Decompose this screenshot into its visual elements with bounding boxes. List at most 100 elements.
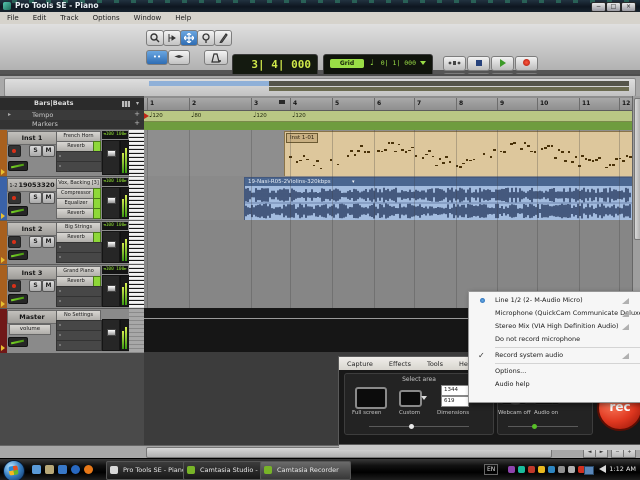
track-name[interactable]: Inst 1: [7, 131, 57, 145]
track-name[interactable]: 1-219053320: [7, 178, 57, 192]
tray-icon[interactable]: [518, 466, 525, 473]
lane-audio[interactable]: 19-Nasi-R05-2Violins-320kbps ▾: [144, 176, 632, 221]
grid-row[interactable]: Grid ♩ 0| 1| 000: [328, 57, 428, 70]
menu-window[interactable]: Window: [127, 14, 169, 22]
tempo-event[interactable]: ♩120: [149, 111, 163, 119]
universe-overview[interactable]: [0, 74, 640, 98]
solo-button[interactable]: S: [29, 236, 42, 248]
context-menu-item[interactable]: Stereo Mix (VIA High Definition Audio): [469, 320, 640, 333]
mute-button[interactable]: M: [42, 280, 55, 292]
ruler-header-tempo[interactable]: ▸ Tempo +: [0, 110, 144, 120]
lane-inst2[interactable]: [144, 220, 632, 265]
context-menu-item[interactable]: Microphone (QuickCam Communicate Deluxe …: [469, 307, 640, 320]
track-name[interactable]: Inst 3: [7, 266, 57, 280]
track-name[interactable]: Master: [7, 310, 57, 324]
tray-icon[interactable]: [568, 466, 575, 473]
start-button[interactable]: [3, 460, 25, 480]
camtasia-menu-capture[interactable]: Capture: [339, 360, 381, 368]
tray-icon[interactable]: [508, 466, 515, 473]
track-header-inst1[interactable]: Inst 1SMFrench HornReverb◄100100►: [0, 129, 144, 177]
insert-empty-slot[interactable]: [56, 161, 102, 172]
mini-keyboard[interactable]: [129, 221, 144, 265]
add-tempo-icon[interactable]: +: [134, 110, 140, 118]
play-button[interactable]: [491, 56, 514, 71]
zoom-mode-button[interactable]: ••: [146, 50, 168, 65]
inputs-slider[interactable]: [508, 426, 578, 427]
playlist-arrow-icon[interactable]: [1, 301, 5, 307]
track-header-inst2[interactable]: Inst 2SMBig StringsReverb◄100100►: [0, 220, 144, 265]
zoom-toggle-button[interactable]: ◄►: [168, 50, 190, 65]
track-header-audio[interactable]: 1-219053320SMVox, Backing [3]CompressorE…: [0, 176, 144, 221]
automation-button[interactable]: [8, 161, 28, 171]
playlist-arrow-icon[interactable]: [1, 213, 5, 219]
track-header-inst3[interactable]: Inst 3SMGrand PianoReverb◄100100►: [0, 264, 144, 309]
mini-keyboard[interactable]: [129, 177, 144, 221]
context-menu-item[interactable]: Record system audio✓: [469, 349, 640, 362]
track-record-button[interactable]: [8, 280, 21, 292]
pan-indicators[interactable]: ◄100100►: [102, 222, 128, 230]
context-menu-item[interactable]: Do not record microphone: [469, 333, 640, 346]
fullscreen-icon[interactable]: [355, 387, 387, 409]
insert-empty-slot[interactable]: [56, 340, 102, 351]
tempo-event[interactable]: ♩120: [292, 111, 306, 119]
mute-button[interactable]: M: [42, 145, 55, 157]
volume-fader[interactable]: [102, 140, 120, 175]
minimize-button[interactable]: −: [591, 2, 606, 12]
camtasia-menu-effects[interactable]: Effects: [381, 360, 419, 368]
quick-launch-icon[interactable]: [71, 465, 80, 474]
solo-button[interactable]: S: [29, 145, 42, 157]
grid-dropdown-icon[interactable]: [420, 61, 426, 65]
volume-slider-icon[interactable]: [622, 353, 629, 359]
quick-launch-icon[interactable]: [45, 465, 54, 474]
record-button[interactable]: [515, 56, 538, 71]
quick-launch-icon[interactable]: [84, 465, 93, 474]
lane-inst1[interactable]: Inst 1-01: [144, 130, 632, 177]
language-indicator[interactable]: EN: [484, 464, 498, 475]
tray-icon[interactable]: [538, 466, 545, 473]
track-name[interactable]: Inst 2: [7, 222, 57, 236]
volume-button[interactable]: volume: [9, 324, 51, 335]
automation-button[interactable]: [8, 206, 28, 216]
mini-keyboard[interactable]: [129, 265, 144, 309]
tempo-event[interactable]: ♩80: [191, 111, 201, 119]
volume-fader[interactable]: [102, 187, 120, 219]
volume-fader[interactable]: [102, 319, 120, 351]
chevron-down-icon[interactable]: ▾: [136, 100, 139, 107]
custom-area-icon[interactable]: [399, 390, 422, 407]
automation-button[interactable]: [8, 250, 28, 260]
volume-slider-icon[interactable]: [622, 311, 629, 317]
pan-indicators[interactable]: ◄100100►: [102, 266, 128, 274]
menu-edit[interactable]: Edit: [26, 14, 54, 22]
grabber-tool-button[interactable]: [180, 30, 198, 46]
menu-file[interactable]: File: [0, 14, 26, 22]
ruler-header-markers[interactable]: Markers +: [0, 120, 144, 129]
audio-clip[interactable]: 19-Nasi-R05-2Violins-320kbps ▾: [244, 177, 632, 221]
automation-button[interactable]: [8, 337, 28, 347]
quick-launch-icon[interactable]: [58, 465, 67, 474]
context-menu-item[interactable]: Line 1/2 (2- M-Audio Micro): [469, 294, 640, 307]
online-button[interactable]: [443, 56, 466, 71]
track-record-button[interactable]: [8, 192, 21, 204]
camtasia-menu-tools[interactable]: Tools: [419, 360, 451, 368]
menu-track[interactable]: Track: [53, 14, 85, 22]
track-record-button[interactable]: [8, 236, 21, 248]
metronome-button[interactable]: [204, 50, 228, 65]
scrubber-tool-button[interactable]: [197, 30, 215, 46]
context-menu-item[interactable]: Audio help: [469, 378, 640, 391]
dimension-height-field[interactable]: 619: [441, 396, 469, 407]
tempo-event[interactable]: ♩120: [253, 111, 267, 119]
menu-options[interactable]: Options: [86, 14, 127, 22]
master-scale-strip[interactable]: [129, 309, 144, 353]
ruler-header-bars[interactable]: Bars|Beats ▾: [0, 98, 144, 110]
title-bar[interactable]: Pro Tools SE - Piano − □ ×: [0, 0, 640, 12]
tempo-lane[interactable]: ♩120 ♩80 ♩120 ♩120: [144, 111, 632, 122]
insert-empty-slot[interactable]: [56, 252, 102, 263]
volume-fader[interactable]: [102, 275, 120, 307]
menu-help[interactable]: Help: [168, 14, 198, 22]
taskbar-button[interactable]: Camtasia Recorder: [260, 461, 351, 480]
volume-slider-icon[interactable]: [622, 298, 629, 304]
insert-empty-slot[interactable]: [56, 296, 102, 307]
automation-button[interactable]: [8, 294, 28, 304]
trim-tool-button[interactable]: [163, 30, 181, 46]
volume-slider-icon[interactable]: [622, 324, 629, 330]
